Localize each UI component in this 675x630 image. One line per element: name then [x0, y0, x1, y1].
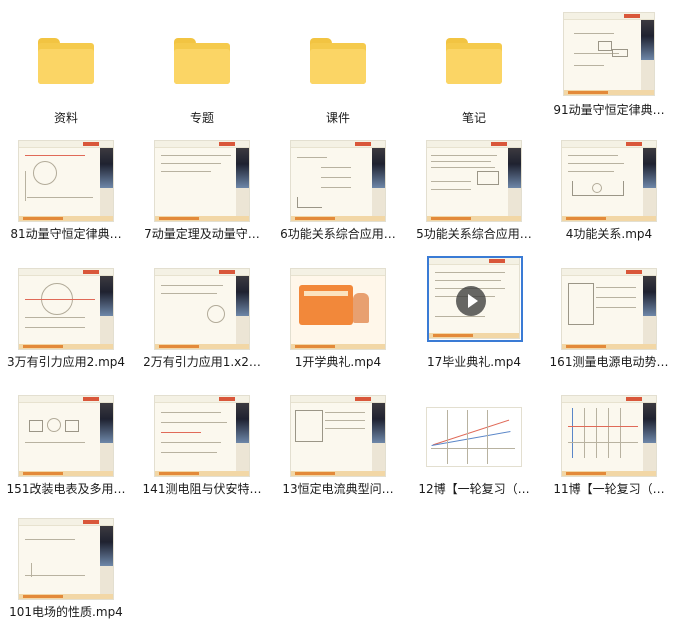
play-icon[interactable]: [456, 286, 486, 316]
video-item[interactable]: 81动量守恒定律典…: [0, 128, 132, 252]
video-thumbnail: [136, 383, 268, 479]
video-item[interactable]: 3万有引力应用2.mp4: [0, 256, 132, 380]
video-thumbnail: [272, 383, 404, 479]
item-label: 4功能关系.mp4: [565, 227, 653, 241]
item-label: 141测电阻与伏安特…: [142, 482, 262, 496]
video-thumbnail: [0, 506, 132, 602]
video-thumbnail: [408, 128, 540, 224]
item-label: 12博【一轮复习（…: [418, 482, 530, 496]
video-item[interactable]: 4功能关系.mp4: [543, 128, 675, 252]
folder-item-kejian[interactable]: 课件: [272, 12, 404, 136]
item-label: 161测量电源电动势…: [549, 355, 669, 369]
item-label: 资料: [53, 111, 78, 125]
video-thumbnail: [408, 383, 540, 479]
video-item[interactable]: 1开学典礼.mp4: [272, 256, 404, 380]
folder-icon: [272, 12, 404, 108]
item-label: 91动量守恒定律典…: [553, 103, 665, 117]
item-label: 专题: [189, 111, 214, 125]
video-item[interactable]: 13恒定电流典型问…: [272, 383, 404, 507]
video-thumbnail: [0, 256, 132, 352]
item-label: 3万有引力应用2.mp4: [6, 355, 126, 369]
item-label: 81动量守恒定律典…: [10, 227, 122, 241]
video-item[interactable]: 141测电阻与伏安特…: [136, 383, 268, 507]
item-label: 7动量定理及动量守…: [144, 227, 260, 241]
item-label: 1开学典礼.mp4: [294, 355, 382, 369]
video-item[interactable]: 5功能关系综合应用…: [408, 128, 540, 252]
video-item[interactable]: 11博【一轮复习（…: [543, 383, 675, 507]
video-thumbnail: [0, 383, 132, 479]
folder-item-biji[interactable]: 笔记: [408, 12, 540, 136]
video-thumbnail: [272, 256, 404, 352]
video-item[interactable]: 161测量电源电动势…: [543, 256, 675, 380]
item-label: 6功能关系综合应用…: [280, 227, 396, 241]
folder-item-zhuanti[interactable]: 专题: [136, 12, 268, 136]
folder-icon: [0, 12, 132, 108]
video-thumbnail: [136, 128, 268, 224]
video-item[interactable]: 91动量守恒定律典…: [543, 0, 675, 124]
video-item[interactable]: 7动量定理及动量守…: [136, 128, 268, 252]
video-thumbnail: [0, 128, 132, 224]
item-label: 17毕业典礼.mp4: [426, 355, 522, 369]
video-thumbnail: [543, 0, 675, 96]
video-item[interactable]: 6功能关系综合应用…: [272, 128, 404, 252]
item-label: 2万有引力应用1.x2…: [143, 355, 261, 369]
video-thumbnail: [543, 128, 675, 224]
video-thumbnail: [272, 128, 404, 224]
item-label: 课件: [325, 111, 350, 125]
video-item[interactable]: 101电场的性质.mp4: [0, 506, 132, 630]
item-label: 11博【一轮复习（…: [553, 482, 665, 496]
video-thumbnail: [543, 256, 675, 352]
item-label: 13恒定电流典型问…: [282, 482, 394, 496]
video-item[interactable]: 12博【一轮复习（…: [408, 383, 540, 507]
file-grid: 资料 专题 课件 笔记 91动量守恒定律典… 81动量守恒定律典… 7动量定理及…: [0, 0, 675, 626]
video-thumbnail: [136, 256, 268, 352]
item-label: 笔记: [461, 111, 486, 125]
folder-icon: [136, 12, 268, 108]
video-thumbnail: [543, 383, 675, 479]
folder-icon: [408, 12, 540, 108]
folder-item-ziliao[interactable]: 资料: [0, 12, 132, 136]
item-label: 101电场的性质.mp4: [9, 605, 123, 619]
item-label: 151改装电表及多用…: [6, 482, 126, 496]
item-label: 5功能关系综合应用…: [416, 227, 532, 241]
video-item[interactable]: 2万有引力应用1.x2…: [136, 256, 268, 380]
video-item[interactable]: 151改装电表及多用…: [0, 383, 132, 507]
